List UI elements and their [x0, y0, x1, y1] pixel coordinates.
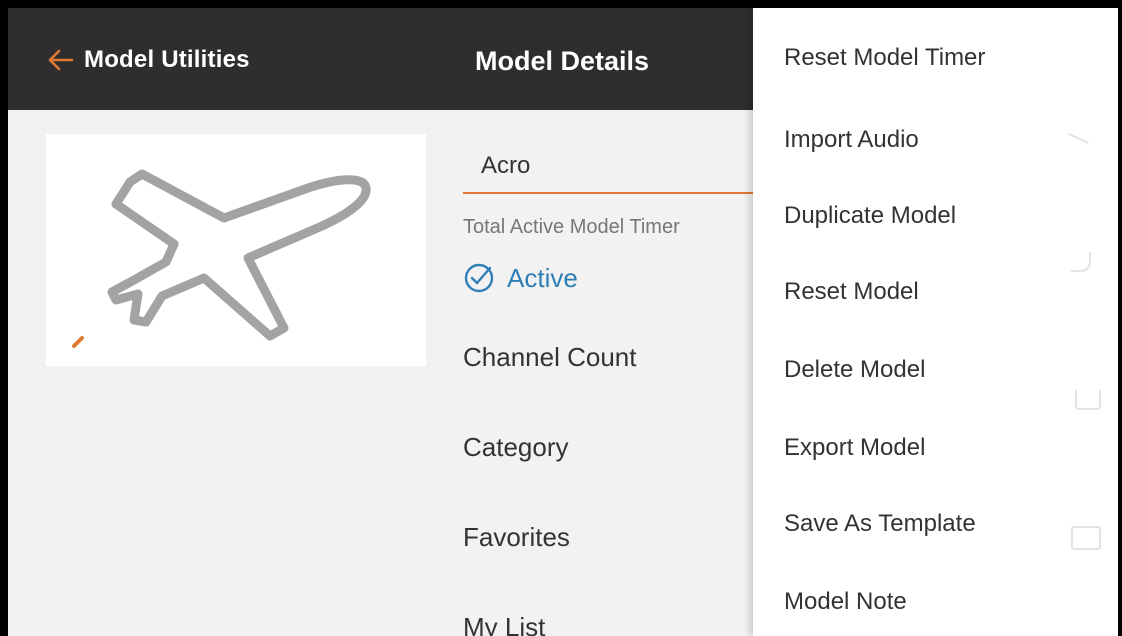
category-label: Category — [463, 432, 569, 462]
menu-item-reset-model[interactable]: Reset Model — [784, 278, 1104, 306]
model-name-field[interactable]: Acro — [463, 146, 763, 194]
favorites-label: Favorites — [463, 522, 570, 552]
menu-item-model-note[interactable]: Model Note — [784, 588, 1104, 616]
airplane-icon — [72, 169, 371, 348]
page-title: Model Details — [475, 46, 650, 76]
menu-item-delete-model[interactable]: Delete Model — [784, 356, 1104, 384]
model-details-screen: Model Utilities Model Details Acro Total… — [8, 8, 1118, 636]
menu-item-export-model[interactable]: Export Model — [784, 434, 1104, 462]
back-button-label: Model Utilities — [84, 46, 250, 73]
arrow-left-icon — [48, 49, 74, 71]
background-control-fragment — [1071, 252, 1091, 272]
active-toggle[interactable]: Active — [463, 260, 578, 296]
menu-item-duplicate-model[interactable]: Duplicate Model — [784, 202, 1104, 230]
background-control-fragment — [1071, 526, 1101, 550]
active-label: Active — [507, 262, 578, 293]
my-list-label: My List — [463, 612, 546, 636]
check-circle-icon — [464, 263, 494, 293]
model-name-value: Acro — [481, 152, 531, 179]
back-button[interactable]: Model Utilities — [46, 42, 250, 78]
model-thumbnail[interactable] — [46, 134, 426, 366]
overflow-menu: Reset Model Timer Import Audio Duplicate… — [753, 8, 1118, 636]
menu-item-reset-model-timer[interactable]: Reset Model Timer — [784, 44, 1104, 72]
channel-count-label: Channel Count — [463, 342, 637, 372]
menu-item-save-as-template[interactable]: Save As Template — [784, 510, 1104, 538]
menu-item-import-audio[interactable]: Import Audio — [784, 126, 1104, 154]
background-control-fragment — [1075, 390, 1101, 410]
total-active-model-timer-label: Total Active Model Timer — [463, 216, 680, 238]
